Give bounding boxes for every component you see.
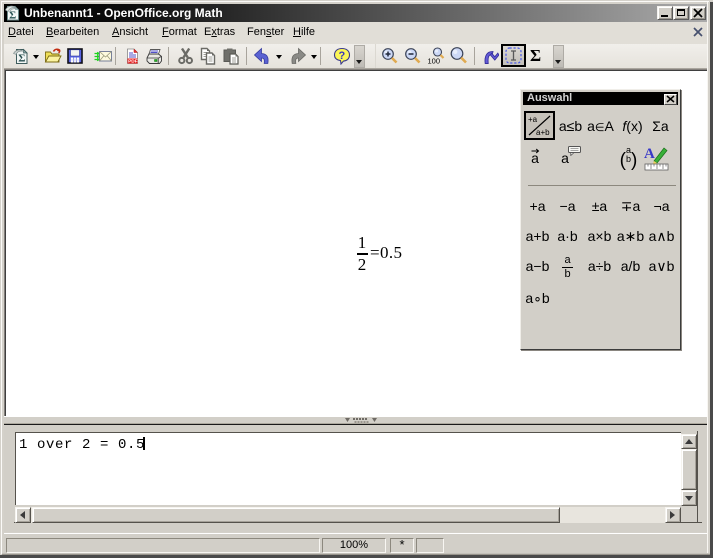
svg-text:Σ: Σ <box>9 10 16 22</box>
svg-text:Σ: Σ <box>18 53 25 65</box>
svg-text:?: ? <box>339 50 346 62</box>
svg-text:PDF: PDF <box>128 59 138 65</box>
svg-text:A: A <box>644 146 655 162</box>
svg-text:100: 100 <box>428 57 441 66</box>
